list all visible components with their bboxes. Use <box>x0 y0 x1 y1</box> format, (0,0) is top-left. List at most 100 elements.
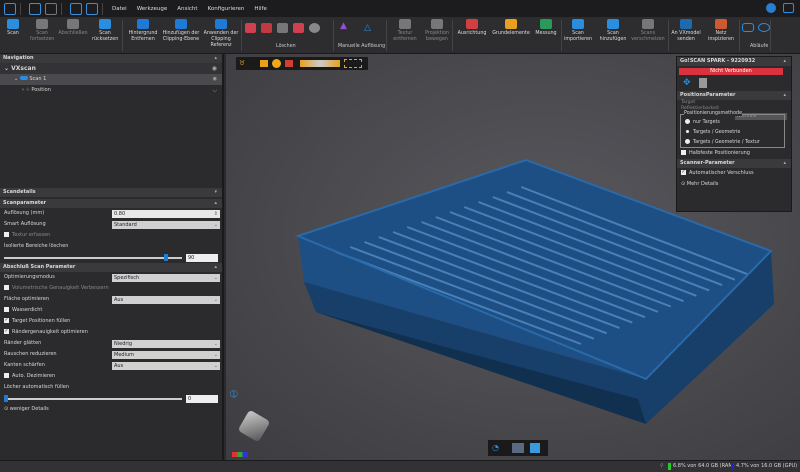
help-icon[interactable] <box>783 3 794 13</box>
alignment-icon <box>466 19 478 29</box>
scandetails-header[interactable]: Scandetails ▾ <box>0 188 222 197</box>
grundelemente-button[interactable]: Grundelemente <box>492 19 530 37</box>
semi-rigid-label: Halbfeste Positionierung <box>689 150 750 156</box>
hinzufügen-der-clipping-ebene-button[interactable]: Hinzufügen der Clipping-Ebene <box>162 19 200 43</box>
texture-view-icon[interactable] <box>512 443 524 453</box>
method-radio[interactable]: nur Targets <box>681 118 784 128</box>
tree-item-vxscan[interactable]: ⌄ VXscan ◉ <box>0 63 222 74</box>
auto-shutter-checkbox[interactable]: ✓ Automatischer Verschluss <box>677 168 791 179</box>
final-params-header[interactable]: Abschluß Scan Parameter ▴ <box>0 263 222 272</box>
holes-spinbox[interactable]: 0 <box>186 394 218 403</box>
chevron-down-icon: ⌄ <box>213 296 218 303</box>
spin-icon[interactable]: ⇕ <box>214 210 218 218</box>
collapse-icon[interactable]: ▴ <box>214 263 217 272</box>
textur-entfernen-button[interactable]: Textur entfernen <box>390 19 420 43</box>
zoom-icon[interactable]: ⚲ <box>660 461 664 472</box>
collapse-icon[interactable]: ▴ <box>783 159 786 168</box>
expand-icon[interactable]: ▾ <box>214 188 217 197</box>
scans-verschmelzen-button[interactable]: Scans verschmelzen <box>630 19 666 43</box>
scan-hinzufügen-button[interactable]: Scan hinzufügen <box>598 19 628 43</box>
save-icon[interactable] <box>45 2 57 15</box>
hidden-eye-icon[interactable]: ◡ <box>213 85 217 96</box>
texture-checkbox[interactable]: Textur erfassen <box>0 230 222 241</box>
abschließen-button[interactable]: Abschließen <box>58 19 88 37</box>
scan-button[interactable]: Scan <box>3 19 23 37</box>
surface-select[interactable]: Aus ⌄ <box>112 295 220 304</box>
holes-slider[interactable] <box>4 395 182 402</box>
connection-status[interactable]: Nicht Verbunden <box>679 68 783 75</box>
workflow-settings-icon[interactable] <box>758 23 770 32</box>
gpu-indicator <box>731 463 734 470</box>
scan-fortsetzen-button[interactable]: Scan fortsetzen <box>30 19 54 43</box>
semi-rigid-checkbox[interactable]: Halbfeste Positionierung <box>677 148 791 159</box>
workflow-icon[interactable] <box>742 23 754 32</box>
watertight-checkbox[interactable]: Wasserdicht <box>0 305 222 316</box>
scan-importieren-button[interactable]: Scan importieren <box>563 19 593 43</box>
more-details-button[interactable]: ⊙ Mehr Details <box>677 179 791 190</box>
isolated-spinbox[interactable]: 90 <box>186 253 218 262</box>
positioning-icon[interactable]: ✥ <box>683 78 691 88</box>
method-radio[interactable]: Targets / Geometrie / Textur <box>681 138 784 148</box>
eye-icon[interactable]: ◉ <box>212 63 217 74</box>
target-fill-checkbox[interactable]: ✓ Target Positionen füllen <box>0 316 222 327</box>
chevron-down-icon: ⌄ <box>213 221 218 228</box>
delete-isolated-icon[interactable] <box>293 23 304 33</box>
undo-icon[interactable] <box>70 2 82 15</box>
delete-selection-icon[interactable] <box>245 23 256 33</box>
resolution-input[interactable]: 0.80 ⇕ <box>112 209 220 218</box>
scanner-params-header[interactable]: Scanner-Parameter ▴ <box>677 159 791 168</box>
delete-disabled-icon[interactable] <box>277 23 288 33</box>
navigation-header[interactable]: Navigation ▴ <box>0 54 222 63</box>
globe-icon[interactable] <box>766 3 776 13</box>
an-vxmodel-senden-button[interactable]: An VXmodel senden <box>670 19 702 43</box>
projektion-bewegen-button[interactable]: Projektion bewegen <box>423 19 451 43</box>
rendering-icon[interactable]: ◔ <box>492 443 499 452</box>
menu-konfigurieren[interactable]: Konfigurieren <box>208 6 245 12</box>
collapse-icon[interactable]: ▴ <box>214 199 217 208</box>
anwenden-der-clipping-referenz-button[interactable]: Anwenden der Clipping Referenz <box>203 19 239 49</box>
manual-resolution-icon[interactable]: ▲ <box>340 21 350 33</box>
collapse-icon[interactable]: ▴ <box>783 57 786 66</box>
volumetric-checkbox[interactable]: Volumetrische Genauigkeit Verbessern <box>0 283 222 294</box>
new-file-icon[interactable] <box>29 2 41 15</box>
menu-hilfe[interactable]: Hilfe <box>254 6 267 12</box>
menu-werkzeuge[interactable]: Werkzeuge <box>137 6 168 12</box>
delete-sphere-icon[interactable] <box>309 23 320 33</box>
tree-item-position[interactable]: › ✛ Position ◡ <box>0 85 222 96</box>
sharpen-select[interactable]: Aus ⌄ <box>112 361 220 370</box>
tree-item-scan[interactable]: ⌄ Scan 1 ◉ <box>0 74 222 85</box>
resolution-triangle-icon[interactable]: △ <box>364 23 374 33</box>
netz-inspizieren-button[interactable]: Netz inspizieren <box>706 19 736 43</box>
edge-accuracy-checkbox[interactable]: ✓ Rändergenauigkeit optimieren <box>0 327 222 338</box>
messung-button[interactable]: Messung <box>533 19 559 37</box>
scanparams-header[interactable]: Scanparameter ▴ <box>0 199 222 208</box>
opt-mode-select[interactable]: Spezifisch ⌄ <box>112 273 220 282</box>
position-params-header[interactable]: PositionsParameter ▴ <box>677 91 791 100</box>
smooth-select[interactable]: Niedrig ⌄ <box>112 339 220 348</box>
collapse-icon[interactable]: ▴ <box>214 54 217 63</box>
scanner-header[interactable]: Go!SCAN SPARK - 9220932 ▴ <box>677 57 791 66</box>
collapse-icon[interactable]: ▴ <box>783 91 786 100</box>
slider-handle[interactable] <box>4 395 8 402</box>
decimate-checkbox[interactable]: Auto. Dezimieren <box>0 371 222 382</box>
method-radio[interactable]: Targets / Geometrie <box>681 128 784 138</box>
ausrichtung-button[interactable]: Ausrichtung <box>455 19 489 37</box>
smart-resolution-select[interactable]: Standard ⌄ <box>112 220 220 229</box>
home-icon[interactable] <box>4 2 16 15</box>
redo-icon[interactable] <box>86 2 98 15</box>
hintergrund-entfernen-button[interactable]: Hintergrund Entfernen <box>127 19 159 43</box>
noise-select[interactable]: Medium ⌄ <box>112 350 220 359</box>
scan-rücksetzen-button[interactable]: Scan rücksetzen <box>92 19 118 43</box>
eye-icon[interactable]: ◉ <box>213 74 217 85</box>
mesh-view-icon[interactable] <box>530 443 540 453</box>
scanner-icon[interactable] <box>699 78 707 88</box>
delete-lasso-icon[interactable] <box>261 23 272 33</box>
scan-icon <box>7 19 19 29</box>
menu-datei[interactable]: Datei <box>112 6 127 12</box>
rotate-view-icon[interactable]: ➀ <box>230 390 238 400</box>
less-details-button[interactable]: ⊙ weniger Details <box>0 404 222 415</box>
clipping-reference-icon <box>215 19 227 29</box>
isolated-slider[interactable] <box>4 254 182 261</box>
slider-handle[interactable] <box>164 254 169 261</box>
menu-ansicht[interactable]: Ansicht <box>177 6 197 12</box>
